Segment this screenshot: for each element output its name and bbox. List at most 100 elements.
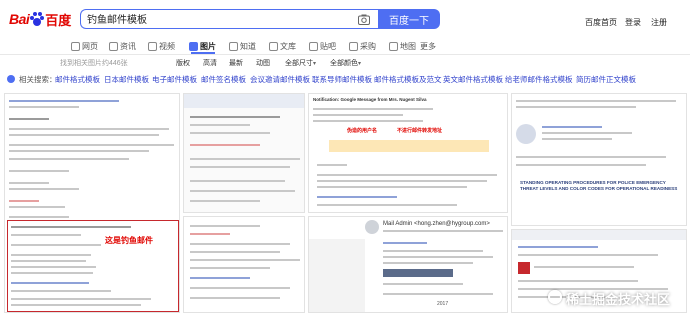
thumb-line (383, 293, 493, 295)
thumb-line (317, 174, 497, 176)
shopping-icon (349, 41, 358, 51)
tab-label: 网页 (82, 41, 98, 51)
related-item[interactable]: 联系导师邮件模板 (312, 74, 372, 85)
thumb-line (190, 144, 260, 146)
thumb-line (190, 166, 290, 168)
thumb-line (518, 280, 638, 282)
thumb-line (383, 262, 473, 264)
nav-divider (0, 54, 690, 55)
banner (329, 140, 489, 152)
thumb-line (516, 164, 646, 166)
camera-icon[interactable] (358, 14, 370, 25)
video-icon (148, 41, 157, 51)
thumb-line (317, 164, 347, 166)
thumb-header-bar (184, 94, 304, 108)
side-panel (309, 239, 365, 312)
thumb-line (190, 287, 290, 289)
login-link[interactable]: 登录 (625, 17, 641, 28)
news-icon (109, 41, 118, 51)
thumb-line (383, 256, 493, 258)
tab-wenku[interactable]: 文库 (269, 38, 296, 54)
filter-size-label: 全部尺寸 (285, 60, 313, 67)
image-result[interactable] (183, 93, 305, 213)
related-item[interactable]: 日本邮件模板 (104, 74, 149, 85)
search-button[interactable]: 百度一下 (378, 9, 440, 29)
related-item[interactable]: 会议邀请邮件模板 (250, 74, 310, 85)
thumb-line (9, 200, 39, 202)
thumb-line (9, 188, 79, 190)
watermark-icon (548, 290, 562, 304)
tab-web[interactable]: 网页 (71, 38, 98, 54)
related-item[interactable]: 给老师邮件格式模板 (505, 74, 573, 85)
filter-animated[interactable]: 动图 (256, 58, 270, 68)
thumb-line (516, 106, 636, 108)
tab-label: 知道 (240, 41, 256, 51)
web-icon (71, 41, 80, 51)
image-result[interactable]: 这是钓鱼邮件 (4, 93, 180, 313)
tab-caigou[interactable]: 采购 (349, 38, 376, 54)
chevron-down-icon: ▾ (358, 61, 362, 67)
thumb-line (9, 150, 149, 152)
thumb-line (534, 266, 634, 268)
tab-zhidao[interactable]: 知道 (229, 38, 256, 54)
related-item[interactable]: 简历邮件正文模板 (576, 74, 636, 85)
thumb-line (190, 243, 290, 245)
related-item[interactable]: 电子邮件模板 (152, 74, 197, 85)
filter-size[interactable]: 全部尺寸▾ (285, 58, 316, 68)
home-link[interactable]: 百度首页 (585, 17, 617, 28)
button-graphic (383, 269, 453, 277)
thumb-line (9, 170, 69, 172)
thumb-line (518, 254, 658, 256)
thumb-line (11, 304, 141, 306)
thumb-line (190, 225, 260, 227)
thumb-line (9, 118, 49, 120)
image-result[interactable]: Mail Admin <hong.zhen@hygroup.com> 2017 (308, 216, 508, 313)
search-input[interactable] (87, 13, 327, 24)
related-item[interactable]: 英文邮件格式模板 (443, 74, 503, 85)
annotation: 伪造的用户名 (347, 128, 378, 134)
logo-text-baidu: 百度 (45, 12, 72, 28)
thumb-line (313, 108, 433, 110)
thumb-line (317, 204, 457, 206)
wenku-icon (269, 41, 278, 51)
filter-color-label: 全部颜色 (330, 60, 358, 67)
watermark: 稀土掘金技术社区 (566, 292, 671, 307)
thumb-line (11, 254, 91, 256)
tab-video[interactable]: 视频 (148, 38, 175, 54)
tab-tieba[interactable]: 贴吧 (309, 38, 336, 54)
thumb-line (190, 132, 270, 134)
related-item[interactable]: 邮件格式模板及范文 (374, 74, 442, 85)
register-link[interactable]: 注册 (651, 17, 667, 28)
thumb-line (313, 120, 423, 122)
tab-label: 视频 (159, 41, 175, 51)
thumb-line (542, 138, 612, 140)
thumb-line (313, 114, 403, 116)
thumb-line (190, 116, 280, 118)
image-result[interactable] (183, 216, 305, 313)
thumb-line (190, 259, 300, 261)
thumb-line (9, 158, 129, 160)
chevron-down-icon: ▾ (313, 61, 317, 67)
thumb-line (9, 106, 79, 108)
image-result[interactable]: STANDING OPERATING PROCEDURES FOR POLICE… (511, 93, 687, 226)
thumb-line (11, 244, 101, 246)
thumb-line (542, 126, 602, 128)
tab-label: 更多 (420, 41, 436, 51)
baidu-logo[interactable]: Bai 百度 (9, 10, 71, 28)
thumb-line (190, 251, 280, 253)
tab-more[interactable]: 更多 (420, 38, 436, 54)
filter-copyright[interactable]: 版权 (176, 58, 190, 68)
thumb-line (9, 100, 119, 102)
tab-label: 资讯 (120, 41, 136, 51)
thumb-line (9, 128, 169, 130)
thumb-line (11, 282, 89, 284)
tab-map[interactable]: 地图 (389, 38, 416, 54)
image-result[interactable]: Notification: Google Message from Mrs. N… (308, 93, 508, 213)
filter-color[interactable]: 全部颜色▾ (330, 58, 361, 68)
filter-hd[interactable]: 高清 (203, 58, 217, 68)
related-item[interactable]: 邮件签名模板 (201, 74, 246, 85)
filter-latest[interactable]: 最新 (229, 58, 243, 68)
tab-news[interactable]: 资讯 (109, 38, 136, 54)
related-item[interactable]: 邮件格式模板 (55, 74, 100, 85)
logo-text-bai: Bai (9, 11, 30, 27)
